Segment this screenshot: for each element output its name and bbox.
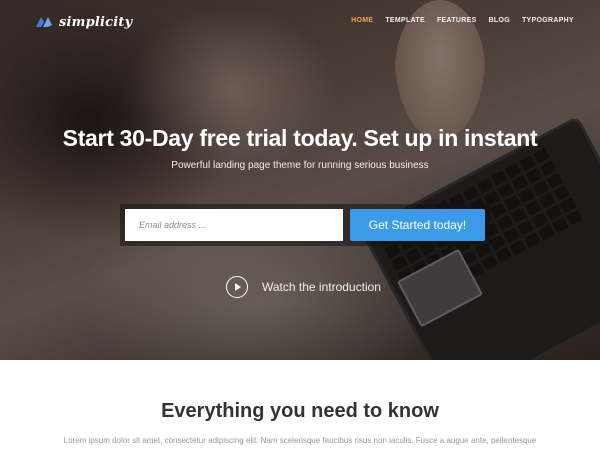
brand-logo[interactable]: simplicity <box>34 13 132 31</box>
nav-item-blog[interactable]: BLOG <box>489 17 510 24</box>
watch-introduction-label: Watch the introduction <box>262 280 381 294</box>
nav-item-typography[interactable]: TYPOGRAPHY <box>522 17 574 24</box>
brand-name: simplicity <box>59 14 133 30</box>
watch-introduction-link[interactable]: Watch the introduction <box>226 276 381 298</box>
nav-item-features[interactable]: FEATURES <box>437 17 477 24</box>
signup-form: Get Started today! <box>120 204 490 246</box>
play-icon[interactable] <box>226 276 248 298</box>
get-started-button[interactable]: Get Started today! <box>350 209 485 241</box>
hero-subheadline: Powerful landing page theme for running … <box>171 160 429 171</box>
logo-icon <box>36 17 52 27</box>
hero-section: simplicity HOME TEMPLATE FEATURES BLOG T… <box>0 0 600 360</box>
section-title: Everything you need to know <box>161 400 439 422</box>
section-text: Lorem ipsum dolor sit amet, consectetur … <box>63 436 537 445</box>
nav-item-home[interactable]: HOME <box>351 17 373 24</box>
nav-item-template[interactable]: TEMPLATE <box>385 17 425 24</box>
main-nav: HOME TEMPLATE FEATURES BLOG TYPOGRAPHY <box>351 17 574 24</box>
hero-overlay <box>0 0 600 360</box>
hero-headline: Start 30-Day free trial today. Set up in… <box>62 125 538 151</box>
email-input[interactable] <box>125 209 343 241</box>
